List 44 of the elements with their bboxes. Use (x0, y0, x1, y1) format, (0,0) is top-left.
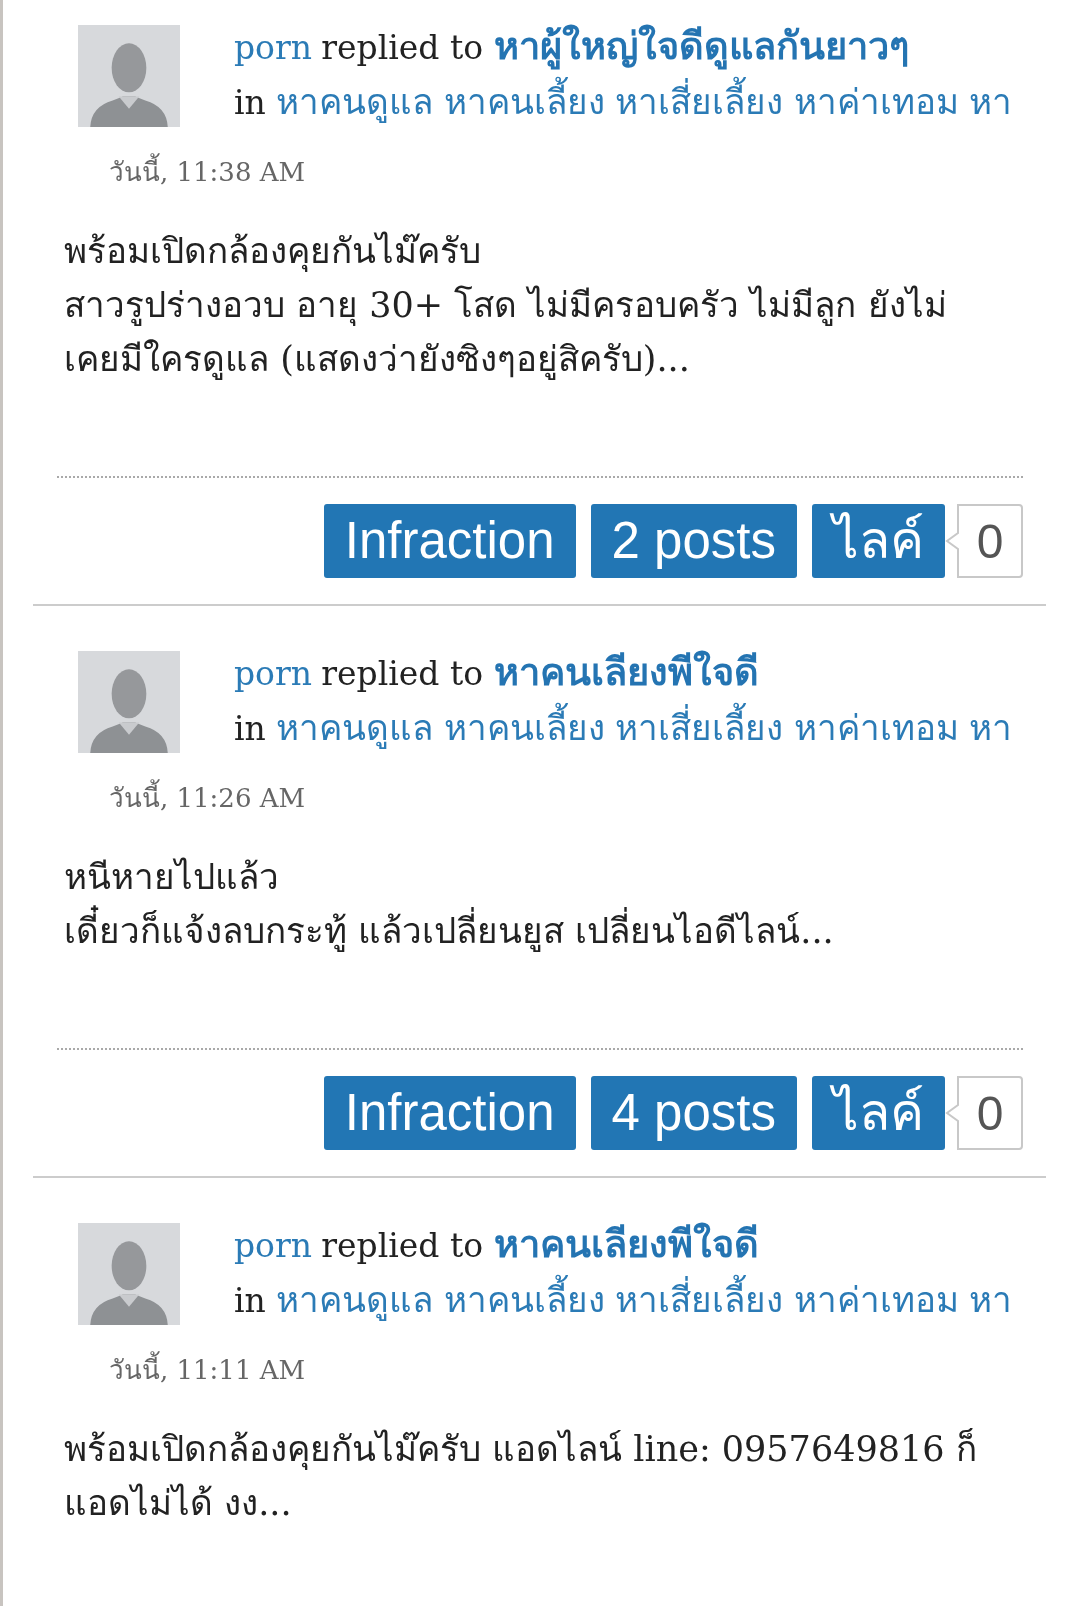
thread-title-link[interactable]: หาคนเลียงพีใจดี (493, 644, 759, 700)
posts-button[interactable]: 4 posts (590, 1076, 797, 1150)
tag-link[interactable]: หา (969, 1272, 1013, 1328)
tag-link[interactable]: หาคนดูแล (276, 1272, 434, 1328)
tag-link[interactable]: หาค่าเทอม (793, 74, 959, 130)
post-excerpt: พร้อมเปิดกล้องคุยกันไม๊ครับ แอดไลน์ line: 0957649816 ก็ แอดไม่ได้ งง... (64, 1427, 977, 1525)
thread-title-link[interactable]: หาผู้ใหญ่ใจดีดูแลกันยาวๆ (493, 18, 909, 74)
tag-link[interactable]: หาค่าเทอม (793, 700, 959, 756)
post-date: วันนี้, 11:11 AM (109, 1353, 306, 1387)
tag-link[interactable]: หาคนเลี้ยง (443, 700, 605, 756)
tag-link[interactable]: หาคนดูแล (276, 700, 434, 756)
username-link[interactable]: porn (234, 646, 313, 702)
infraction-button[interactable]: Infraction (323, 1076, 576, 1150)
post-date: วันนี้, 11:38 AM (109, 155, 306, 189)
like-button[interactable]: ไลค์ (812, 504, 945, 578)
like-count: 0 (945, 504, 1023, 578)
in-label: in (234, 708, 266, 750)
action-text: replied to (321, 27, 484, 69)
tag-link[interactable]: หา (969, 74, 1013, 130)
avatar-icon (78, 25, 180, 127)
tag-link[interactable]: หาคนเลี้ยง (443, 74, 605, 130)
like-count: 0 (945, 1076, 1023, 1150)
tag-link[interactable]: หาเสี่ยเลี้ยง (615, 74, 784, 130)
in-label: in (234, 1280, 266, 1322)
tag-link[interactable]: หาคนดูแล (276, 74, 434, 130)
tag-link[interactable]: หาคนเลี้ยง (443, 1272, 605, 1328)
like-button[interactable]: ไลค์ (812, 1076, 945, 1150)
username-link[interactable]: porn (234, 1218, 313, 1274)
tag-link[interactable]: หาเสี่ยเลี้ยง (615, 1272, 784, 1328)
post-date: วันนี้, 11:26 AM (109, 781, 306, 815)
avatar-icon (78, 651, 180, 753)
action-text: replied to (321, 1225, 484, 1267)
tag-link[interactable]: หา (969, 700, 1013, 756)
tag-link[interactable]: หาค่าเทอม (793, 1272, 959, 1328)
thread-title-link[interactable]: หาคนเลียงพีใจดี (493, 1216, 759, 1272)
avatar-icon (78, 1223, 180, 1325)
action-text: replied to (321, 653, 484, 695)
tag-link[interactable]: หาเสี่ยเลี้ยง (615, 700, 784, 756)
post-excerpt: หนีหายไปแล้ว เดี๋ยวก็แจ้งลบกระทู้ แล้วเปลี่ยนยูส เปลี่ยนไอดีไลน์... (64, 856, 834, 954)
in-label: in (234, 82, 266, 124)
infraction-button[interactable]: Infraction (323, 504, 576, 578)
post-excerpt: พร้อมเปิดกล้องคุยกันไม๊ครับ สาวรูปร่างอวบ อายุ 30+ โสด ไม่มีครอบครัว ไม่มีลูก ยังไม่ เคยมีใครดูแล (แสดงว่ายังซิงๆอยู่สิครับ)... (64, 230, 947, 382)
username-link[interactable]: porn (234, 20, 313, 76)
posts-button[interactable]: 2 posts (590, 504, 797, 578)
